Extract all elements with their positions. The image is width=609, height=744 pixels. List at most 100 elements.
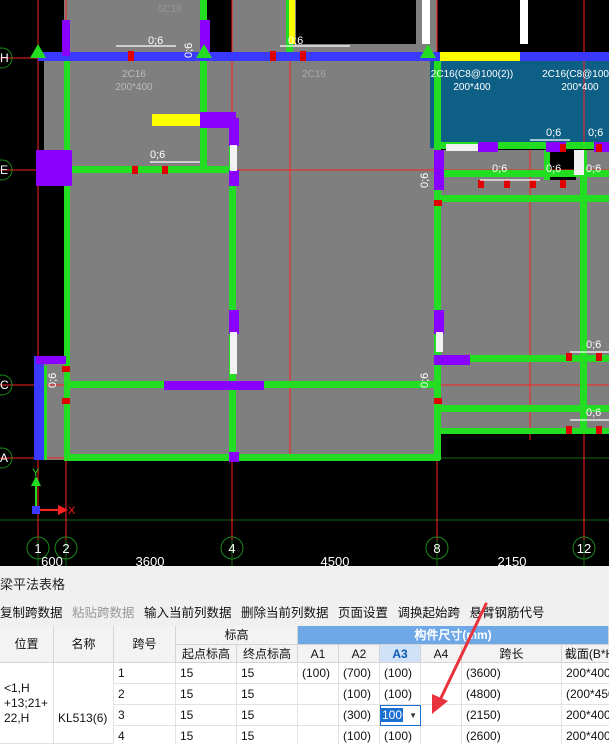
a2-cell[interactable]: (100): [339, 726, 380, 744]
col-axis-label-4: 4: [228, 541, 235, 556]
span-length-cell[interactable]: (3600): [462, 663, 562, 684]
span-cell[interactable]: 1: [114, 663, 176, 684]
swap-start-span-button[interactable]: 调换起始跨: [398, 606, 461, 620]
slab-label: 0;6: [150, 149, 165, 161]
a4-cell[interactable]: [421, 684, 462, 705]
row-axis-label-E: E: [0, 163, 8, 177]
slab-label: 0;6: [419, 173, 431, 188]
a1-cell[interactable]: [298, 705, 339, 726]
page-setup-button[interactable]: 页面设置: [338, 606, 388, 620]
beam-table-panel: 梁平法表格 复制跨数据 粘贴跨数据 输入当前列数据 删除当前列数据 页面设置 调…: [0, 566, 609, 744]
section-cell[interactable]: 200*400: [562, 705, 609, 726]
col-axis-label-12: 12: [577, 541, 591, 556]
position-line: 22,H: [4, 711, 30, 725]
a1-cell[interactable]: (100): [298, 663, 339, 684]
end-elev-cell[interactable]: 15: [237, 705, 298, 726]
input-current-column-button[interactable]: 输入当前列数据: [144, 606, 232, 620]
beam-annotation-line1: 2C16(C8@100(2: [542, 69, 609, 80]
a1-cell[interactable]: [298, 684, 339, 705]
col-axis-label-8: 8: [433, 541, 440, 556]
slab-label: 0;6: [419, 373, 431, 388]
slab-label: 0;6: [492, 163, 507, 175]
slab-label: 0;6: [588, 127, 603, 139]
slab-label: 0;6: [47, 373, 59, 388]
col-header-name[interactable]: 名称: [54, 626, 114, 663]
a2-cell[interactable]: (700): [339, 663, 380, 684]
yellow-beam-top[interactable]: [440, 52, 520, 61]
col-header-position[interactable]: 位置: [0, 626, 54, 663]
selected-beam-KL513[interactable]: [38, 52, 438, 61]
col-header-section[interactable]: 截面(B*H): [562, 645, 609, 663]
cad-drawing[interactable]: H E C A 1 2 4 8 12 600 3600 4500 2150 0;…: [0, 0, 609, 566]
slab-label: 0;6: [288, 35, 303, 47]
delete-current-column-button[interactable]: 删除当前列数据: [241, 606, 329, 620]
a3-edit-cell[interactable]: 100 ▼: [380, 705, 421, 726]
cantilever-rebar-code-button[interactable]: 悬臂钢筋代号: [470, 606, 545, 620]
beam-annotation-line2: 200*400: [115, 82, 153, 93]
name-cell[interactable]: KL513(6): [54, 663, 114, 744]
end-elev-cell[interactable]: 15: [237, 663, 298, 684]
span-cell[interactable]: 2: [114, 684, 176, 705]
col-header-a2[interactable]: A2: [339, 645, 380, 663]
beam-table[interactable]: 位置 名称 跨号 标高 构件尺寸(mm) 起点标高 终点标高 A1 A2 A3 …: [0, 626, 609, 744]
span-length-cell[interactable]: (2600): [462, 726, 562, 744]
beam-annotation-line1: 5C16: [158, 4, 182, 15]
dropdown-arrow-icon[interactable]: ▼: [409, 705, 417, 725]
col-header-span[interactable]: 跨号: [114, 626, 176, 663]
slab-label: 0;6: [586, 407, 601, 419]
a4-cell[interactable]: [421, 663, 462, 684]
beam-annotation-line1: 2C16(C8@100(2)): [431, 69, 513, 80]
row-axis-label-A: A: [0, 451, 8, 465]
a2-cell[interactable]: (300): [339, 705, 380, 726]
span-length-cell[interactable]: (2150): [462, 705, 562, 726]
col-header-a1[interactable]: A1: [298, 645, 339, 663]
col-header-member-size[interactable]: 构件尺寸(mm): [298, 626, 609, 645]
ucs-x-label: X: [68, 505, 76, 517]
a3-cell[interactable]: (100): [380, 726, 421, 744]
row-axis-bubbles: [0, 47, 13, 469]
a4-cell[interactable]: [421, 726, 462, 744]
a4-cell[interactable]: [421, 705, 462, 726]
yellow-beam[interactable]: [152, 114, 202, 126]
section-cell[interactable]: 200*400: [562, 663, 609, 684]
a2-cell[interactable]: (100): [339, 684, 380, 705]
start-elev-cell[interactable]: 15: [176, 663, 237, 684]
ucs-y-label: Y: [32, 467, 40, 479]
row-axis-label-H: H: [0, 51, 9, 65]
col-header-end-elevation[interactable]: 终点标高: [237, 645, 298, 663]
slab-label: 0;6: [546, 127, 561, 139]
position-line: <1,H: [4, 681, 30, 695]
a1-cell[interactable]: [298, 726, 339, 744]
paste-span-data-button[interactable]: 粘贴跨数据: [72, 606, 135, 620]
col-header-elevation[interactable]: 标高: [176, 626, 298, 645]
start-elev-cell[interactable]: 15: [176, 684, 237, 705]
cad-canvas[interactable]: H E C A 1 2 4 8 12 600 3600 4500 2150 0;…: [0, 0, 609, 566]
start-elev-cell[interactable]: 15: [176, 726, 237, 744]
slab-label: 0;6: [586, 163, 601, 175]
end-elev-cell[interactable]: 15: [237, 684, 298, 705]
selected-beam-left[interactable]: [34, 356, 44, 460]
table-toolbar: 复制跨数据 粘贴跨数据 输入当前列数据 删除当前列数据 页面设置 调换起始跨 悬…: [0, 602, 551, 622]
col-header-a4[interactable]: A4: [421, 645, 462, 663]
slab-label: 0;6: [183, 43, 195, 58]
slab-label: 0;6: [148, 35, 163, 47]
slab-label: 0;6: [546, 163, 561, 175]
span-length-cell[interactable]: (4800): [462, 684, 562, 705]
a3-cell[interactable]: (100): [380, 663, 421, 684]
beam-annotation-line1: 2C16: [302, 69, 326, 80]
start-elev-cell[interactable]: 15: [176, 705, 237, 726]
span-cell[interactable]: 3: [114, 705, 176, 726]
section-cell[interactable]: (200*450): [562, 684, 609, 705]
copy-span-data-button[interactable]: 复制跨数据: [0, 606, 63, 620]
row-axis-labels: H E C A: [0, 51, 9, 465]
a3-cell[interactable]: (100): [380, 684, 421, 705]
col-header-span-length[interactable]: 跨长: [462, 645, 562, 663]
position-cell[interactable]: <1,H +13;21+ 22,H: [0, 663, 54, 744]
section-cell[interactable]: 200*400: [562, 726, 609, 744]
end-elev-cell[interactable]: 15: [237, 726, 298, 744]
col-header-start-elevation[interactable]: 起点标高: [176, 645, 237, 663]
a3-edit-value[interactable]: 100: [381, 708, 404, 722]
position-line: +13;21+: [4, 696, 49, 710]
span-cell[interactable]: 4: [114, 726, 176, 744]
col-header-a3[interactable]: A3: [380, 645, 421, 663]
